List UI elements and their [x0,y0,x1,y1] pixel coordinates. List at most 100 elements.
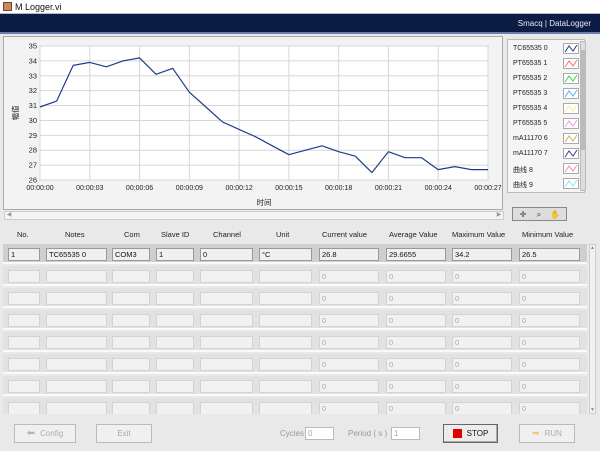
table-cell[interactable] [46,402,107,414]
legend-line-swatch-icon[interactable] [563,148,579,159]
table-row[interactable]: 1 TC65535 0 COM3 1 0 °C 26.8 29.6655 34.… [3,244,587,264]
table-cell[interactable] [8,314,40,327]
table-cell[interactable] [46,380,107,393]
legend-line-swatch-icon[interactable] [563,103,579,114]
table-cell[interactable] [156,402,194,414]
legend-entry[interactable]: 曲线 8 [512,163,582,175]
exit-button[interactable]: Exit [96,424,152,443]
legend-entry[interactable]: mA11170 6 [512,133,582,145]
waveform-chart[interactable]: 26 27 28 29 30 31 32 33 34 35 00:00:00 00:00:03 00:0… [4,37,504,211]
table-cell[interactable] [259,336,312,349]
legend-entry[interactable]: mA11170 7 [512,148,582,160]
app-icon [3,2,12,11]
table-row[interactable]: 0000 [3,332,587,352]
table-cell: 0 [386,380,446,393]
table-cell[interactable] [8,292,40,305]
legend-line-swatch-icon[interactable] [563,118,579,129]
table-cell[interactable] [200,358,253,371]
cell-com[interactable]: COM3 [112,248,150,261]
table-cell[interactable] [8,380,40,393]
table-cell[interactable] [112,336,150,349]
legend-scroll-thumb[interactable] [581,50,585,150]
cell-no[interactable]: 1 [8,248,40,261]
legend-entry[interactable]: PT65535 2 [512,73,582,85]
table-row[interactable]: 0000 [3,266,587,286]
table-cell[interactable] [156,380,194,393]
table-cell[interactable] [46,358,107,371]
cycles-field[interactable]: 0 [305,427,334,440]
zoom-icon[interactable]: ⌕ [532,210,546,219]
pan-hand-icon[interactable]: ✋ [548,210,562,219]
table-cell[interactable] [112,314,150,327]
table-cell[interactable] [8,358,40,371]
scroll-down-arrow-icon[interactable]: ▼ [590,407,595,413]
table-cell[interactable] [259,380,312,393]
table-cell[interactable] [259,270,312,283]
legend-scrollbar[interactable] [580,41,586,191]
table-cell[interactable] [200,292,253,305]
table-cell[interactable] [112,358,150,371]
cell-unit[interactable]: °C [259,248,312,261]
legend-entry[interactable]: PT65535 5 [512,118,582,130]
cell-channel[interactable]: 0 [200,248,253,261]
legend-line-swatch-icon[interactable] [563,58,579,69]
table-vertical-scrollbar[interactable]: ▲ ▼ [589,244,596,414]
table-cell[interactable] [46,314,107,327]
legend-line-swatch-icon[interactable] [563,163,579,174]
table-cell[interactable] [156,292,194,305]
legend-entry[interactable]: 曲线 9 [512,178,582,190]
legend-entry[interactable]: PT65535 1 [512,58,582,70]
legend-line-swatch-icon[interactable] [563,43,579,54]
table-cell[interactable] [112,380,150,393]
table-cell[interactable] [8,336,40,349]
cell-slave-id[interactable]: 1 [156,248,194,261]
table-cell[interactable] [46,270,107,283]
chart-horizontal-scrollbar[interactable]: ◀ ▶ [4,211,504,220]
table-row[interactable]: 0000 [3,398,587,414]
table-cell[interactable] [200,402,253,414]
table-row[interactable]: 0000 [3,288,587,308]
waveform-chart-panel[interactable]: 26 27 28 29 30 31 32 33 34 35 00:00:00 00:00:03 00:0… [3,36,503,210]
table-cell[interactable] [259,314,312,327]
run-button[interactable]: ➡ RUN [519,424,575,443]
scroll-right-arrow-icon[interactable]: ▶ [495,212,503,219]
table-cell: 0 [519,292,580,305]
cursor-move-icon[interactable]: ✛ [516,210,530,219]
legend-line-swatch-icon[interactable] [563,178,579,189]
table-cell[interactable] [112,270,150,283]
legend-line-swatch-icon[interactable] [563,73,579,84]
table-cell[interactable] [259,402,312,414]
table-cell[interactable] [200,314,253,327]
scroll-left-arrow-icon[interactable]: ◀ [5,212,13,219]
table-row[interactable]: 0000 [3,376,587,396]
stop-button[interactable]: STOP [443,424,498,443]
table-cell[interactable] [112,292,150,305]
legend-entry[interactable]: PT65535 4 [512,103,582,115]
legend-line-swatch-icon[interactable] [563,133,579,144]
table-cell[interactable] [156,270,194,283]
table-row[interactable]: 0000 [3,354,587,374]
scroll-up-arrow-icon[interactable]: ▲ [590,245,595,251]
table-cell[interactable] [46,336,107,349]
table-cell[interactable] [259,292,312,305]
cell-notes[interactable]: TC65535 0 [46,248,107,261]
table-cell[interactable] [112,402,150,414]
table-cell[interactable] [46,292,107,305]
table-row[interactable]: 0000 [3,310,587,330]
table-cell[interactable] [8,402,40,414]
table-cell[interactable] [200,336,253,349]
table-cell[interactable] [259,358,312,371]
table-cell[interactable] [156,314,194,327]
legend-entry[interactable]: PT65535 3 [512,88,582,100]
table-cell[interactable] [200,380,253,393]
table-cell[interactable] [8,270,40,283]
legend-entry[interactable]: TC65535 0 [512,43,582,55]
table-cell[interactable] [156,358,194,371]
period-field[interactable]: 1 [391,427,420,440]
table-cell[interactable] [200,270,253,283]
table-cell[interactable] [156,336,194,349]
legend-line-swatch-icon[interactable] [563,88,579,99]
legend-entry-label: mA11170 7 [513,150,548,157]
table-cell: 0 [386,336,446,349]
config-button[interactable]: ⬅ Config [14,424,76,443]
